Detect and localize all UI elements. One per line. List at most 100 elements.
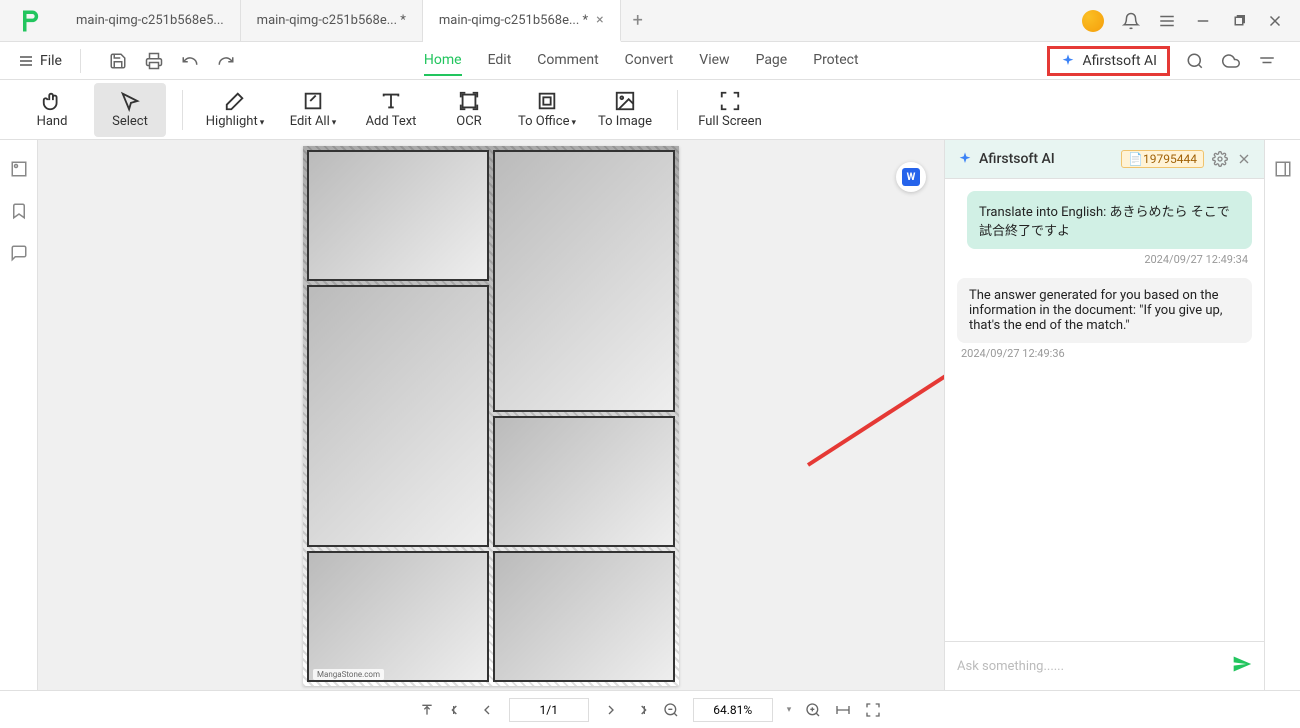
menu-right — [1186, 52, 1292, 70]
redo-icon[interactable] — [217, 52, 235, 70]
ai-message: The answer generated for you based on th… — [957, 278, 1252, 343]
manga-panel — [307, 285, 489, 547]
ai-chat-body: Translate into English: あきらめたら そこで試合終了です… — [945, 179, 1264, 641]
cloud-icon[interactable] — [1222, 52, 1240, 70]
zoom-out-icon[interactable] — [663, 702, 679, 718]
tab-home[interactable]: Home — [424, 46, 462, 76]
tab-protect[interactable]: Protect — [813, 46, 858, 76]
fit-page-icon[interactable] — [865, 702, 881, 718]
image-icon — [614, 90, 636, 112]
office-icon — [536, 90, 558, 112]
edit-all-tool[interactable]: Edit All — [277, 83, 349, 137]
select-tool[interactable]: Select — [94, 83, 166, 137]
options-icon[interactable] — [1258, 52, 1276, 70]
tab-label: main-qimg-c251b568e... * — [439, 13, 588, 28]
user-message: Translate into English: あきらめたら そこで試合終了です… — [967, 191, 1252, 249]
tab-edit[interactable]: Edit — [488, 46, 512, 76]
bell-icon[interactable] — [1122, 12, 1140, 30]
hand-tool[interactable]: Hand — [16, 83, 88, 137]
hamburger-icon[interactable] — [1158, 12, 1176, 30]
cursor-icon — [119, 90, 141, 112]
gear-icon[interactable] — [1212, 151, 1228, 167]
document-viewport[interactable]: MangaStone.com W — [38, 140, 944, 690]
manga-panel — [493, 416, 675, 547]
add-text-tool[interactable]: Add Text — [355, 83, 427, 137]
to-office-tool[interactable]: To Office — [511, 83, 583, 137]
manga-panel — [307, 551, 489, 682]
tab-comment[interactable]: Comment — [537, 46, 598, 76]
minimize-icon[interactable] — [1194, 12, 1212, 30]
word-icon: W — [902, 168, 920, 186]
ai-title-text: Afirstsoft AI — [979, 151, 1055, 167]
scroll-top-icon[interactable] — [419, 702, 435, 718]
tab-2[interactable]: main-qimg-c251b568e... * × — [423, 0, 621, 42]
save-icon[interactable] — [109, 52, 127, 70]
panel-toggle-icon[interactable] — [1274, 160, 1292, 178]
ai-panel: Afirstsoft AI 📄19795444 Translate into E… — [944, 140, 1264, 690]
close-icon[interactable]: × — [596, 12, 603, 28]
manga-panel — [493, 551, 675, 682]
highlight-tool[interactable]: Highlight — [199, 83, 271, 137]
first-page-icon[interactable] — [449, 702, 465, 718]
text-icon — [380, 90, 402, 112]
zoom-in-icon[interactable] — [805, 702, 821, 718]
tab-label: main-qimg-c251b568e5... — [76, 13, 224, 28]
manga-panel — [493, 150, 675, 412]
tool-label: Add Text — [366, 114, 417, 129]
new-tab-button[interactable]: + — [621, 0, 655, 41]
search-icon[interactable] — [1186, 52, 1204, 70]
undo-icon[interactable] — [181, 52, 199, 70]
ai-input[interactable] — [957, 659, 1232, 674]
tool-label: OCR — [456, 114, 481, 129]
fit-width-icon[interactable] — [835, 702, 851, 718]
ai-panel-header: Afirstsoft AI 📄19795444 — [945, 140, 1264, 179]
sparkle-icon — [1060, 53, 1076, 69]
ai-panel-title: Afirstsoft AI — [957, 151, 1113, 167]
file-menu[interactable]: File — [8, 49, 72, 73]
next-page-icon[interactable] — [603, 702, 619, 718]
bookmark-icon[interactable] — [10, 202, 28, 220]
toolbar: Hand Select Highlight Edit All Add Text … — [0, 80, 1300, 140]
tool-label: Hand — [37, 114, 68, 129]
convert-to-word-badge[interactable]: W — [896, 162, 926, 192]
ai-button-label: Afirstsoft AI — [1082, 53, 1157, 69]
separator — [80, 49, 81, 73]
tool-label: Select — [112, 114, 148, 129]
main-area: MangaStone.com W Afirstsoft AI 📄19795444… — [0, 140, 1300, 690]
full-screen-tool[interactable]: Full Screen — [694, 83, 766, 137]
ocr-tool[interactable]: OCR — [433, 83, 505, 137]
avatar[interactable] — [1082, 10, 1104, 32]
thumbnails-icon[interactable] — [10, 160, 28, 178]
ocr-icon — [458, 90, 480, 112]
tab-1[interactable]: main-qimg-c251b568e... * — [241, 0, 423, 41]
page-1: MangaStone.com — [303, 146, 679, 686]
send-button[interactable] — [1232, 654, 1252, 678]
zoom-dropdown[interactable]: ▾ — [787, 705, 792, 715]
separator — [182, 90, 183, 130]
print-icon[interactable] — [145, 52, 163, 70]
tool-label: Highlight — [206, 114, 264, 129]
quick-access — [109, 52, 235, 70]
close-window-icon[interactable] — [1266, 12, 1284, 30]
tab-0[interactable]: main-qimg-c251b568e5... — [60, 0, 241, 41]
tab-page[interactable]: Page — [756, 46, 788, 76]
credits-value: 19795444 — [1143, 152, 1197, 166]
afirstsoft-ai-button[interactable]: Afirstsoft AI — [1047, 46, 1170, 76]
to-image-tool[interactable]: To Image — [589, 83, 661, 137]
tool-label: To Office — [518, 114, 576, 129]
page-number-input[interactable] — [509, 698, 589, 722]
last-page-icon[interactable] — [633, 702, 649, 718]
prev-page-icon[interactable] — [479, 702, 495, 718]
credits-badge[interactable]: 📄19795444 — [1121, 150, 1204, 168]
status-bar: ▾ — [0, 690, 1300, 728]
zoom-input[interactable] — [693, 698, 773, 722]
tab-convert[interactable]: Convert — [625, 46, 674, 76]
ai-input-row — [945, 641, 1264, 690]
comment-icon[interactable] — [10, 244, 28, 262]
tab-view[interactable]: View — [699, 46, 729, 76]
restore-icon[interactable] — [1230, 12, 1248, 30]
send-icon — [1232, 654, 1252, 674]
close-icon[interactable] — [1236, 151, 1252, 167]
annotation-arrow — [798, 345, 944, 475]
title-right — [1066, 10, 1300, 32]
